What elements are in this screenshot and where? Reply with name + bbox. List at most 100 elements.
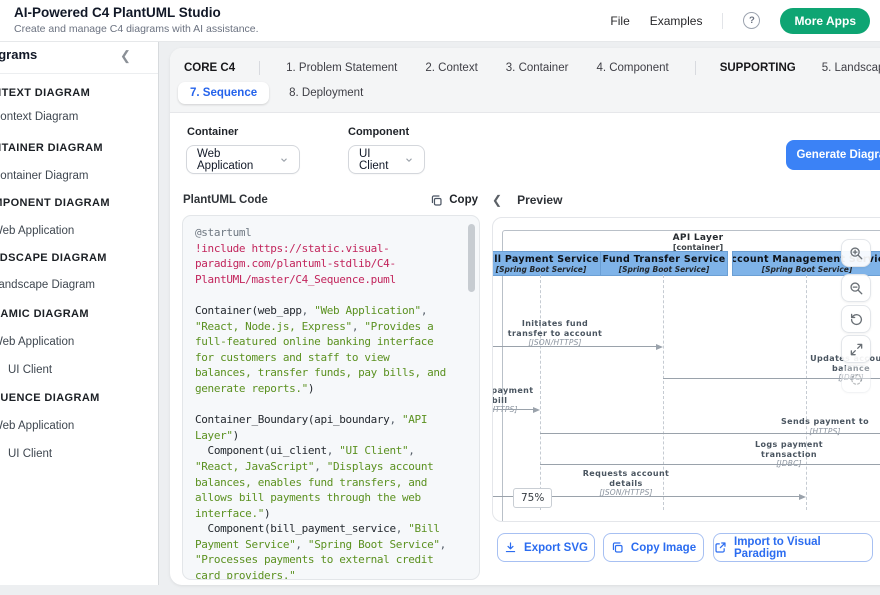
message-label: Requests accountdetails[JSON/HTTPS] — [551, 469, 701, 498]
download-icon — [504, 541, 517, 554]
code-line: balances, transfer funds, pay bills, and — [195, 365, 463, 381]
zoom-in-icon[interactable] — [841, 239, 871, 267]
code-line: balances, enables fund transfers, and — [195, 475, 463, 491]
copy-label: Copy — [449, 194, 478, 206]
copy-image-button[interactable]: Copy Image — [603, 533, 704, 562]
code-line: Component(bill_payment_service, "Bill — [195, 521, 463, 537]
tab-3-container[interactable]: 3. Container — [504, 58, 571, 78]
tab-7-sequence[interactable]: 7. Sequence — [178, 82, 269, 104]
message-arrowhead — [656, 344, 663, 350]
message-line — [540, 464, 880, 465]
container-select[interactable]: Web Application — [186, 145, 300, 174]
sidebar-divider — [0, 73, 158, 74]
export-svg-button[interactable]: Export SVG — [497, 533, 595, 562]
container-select-label: Container — [187, 126, 238, 138]
lifeline — [806, 275, 807, 510]
app-root: AI-Powered C4 PlantUML Studio Create and… — [0, 0, 880, 595]
sidebar-item[interactable]: UI Client — [8, 448, 52, 460]
sidebar-item[interactable]: Context Diagram — [0, 111, 78, 123]
tab-strip: CORE C4 1. Problem Statement 2. Context 3. … — [170, 48, 880, 113]
code-line: generate reports.") — [195, 381, 463, 397]
sidebar-item[interactable]: Landscape Diagram — [0, 279, 95, 291]
message-arrowhead — [533, 407, 540, 413]
expand-icon[interactable] — [841, 335, 871, 363]
container-select-value: Web Application — [197, 148, 271, 172]
participant-stereotype: [Spring Boot Service] — [762, 265, 853, 274]
chevron-down-icon — [279, 155, 289, 165]
tab-5-landscape[interactable]: 5. Landscape — [820, 58, 880, 78]
reset-icon[interactable] — [841, 305, 871, 333]
tab-4-component[interactable]: 4. Component — [594, 58, 670, 78]
chevron-left-icon[interactable]: ❮︎ — [492, 193, 502, 207]
action-button-label: Copy Image — [631, 542, 696, 554]
code-line — [195, 397, 463, 413]
tab-2-context[interactable]: 2. Context — [423, 58, 479, 78]
scrollbar-thumb[interactable] — [468, 224, 475, 292]
tab-row-2: 7. Sequence 8. Deployment — [178, 81, 365, 105]
sidebar-title: Diagrams — [0, 47, 37, 62]
copy-icon — [430, 194, 443, 207]
sidebar-collapse-icon[interactable]: ❮︎ — [120, 48, 131, 64]
tab-1-problem-statement[interactable]: 1. Problem Statement — [284, 58, 399, 78]
menu-file[interactable]: File — [610, 14, 629, 28]
participant-box: Fund Transfer Service[Spring Boot Servic… — [600, 251, 728, 276]
tab-group-divider — [259, 61, 260, 75]
help-icon[interactable]: ? — [743, 12, 760, 29]
code-line: Layer") — [195, 428, 463, 444]
import-to-visual-paradigm-button[interactable]: Import to Visual Paradigm — [713, 533, 873, 562]
component-select-label: Component — [348, 126, 409, 138]
message-label: Initiates fundtransfer to account[JSON/H… — [492, 319, 630, 348]
zoom-out-icon[interactable] — [841, 274, 871, 302]
code-line: Payment Service", "Spring Boot Service", — [195, 537, 463, 553]
preview-panel-title: Preview — [517, 193, 562, 207]
boundary-title: API Layer — [502, 233, 880, 243]
app-header: AI-Powered C4 PlantUML Studio Create and… — [0, 0, 880, 42]
app-title: AI-Powered C4 PlantUML Studio — [14, 5, 221, 20]
chevron-down-icon — [404, 155, 414, 165]
participant-box: Bill Payment Service[Spring Boot Service… — [492, 251, 603, 276]
code-line: Container(web_app, "Web Application", — [195, 303, 463, 319]
tab-group-label: CORE C4 — [184, 62, 235, 74]
participant-name: Bill Payment Service — [492, 254, 599, 265]
sidebar-item[interactable]: Container Diagram — [0, 170, 89, 182]
frame-icon[interactable] — [841, 365, 871, 393]
code-line: @startuml — [195, 225, 463, 241]
tab-group-label: SUPPORTING — [720, 62, 796, 74]
message-protocol: [HTTPS] — [750, 427, 880, 437]
sidebar-item[interactable]: UI Client — [8, 364, 52, 376]
more-apps-button[interactable]: More Apps — [780, 8, 870, 34]
code-panel-title: PlantUML Code — [183, 194, 268, 206]
code-line: for customers and staff to view — [195, 350, 463, 366]
action-button-label: Export SVG — [524, 542, 588, 554]
code-line: "React, Node.js, Express", "Provides a — [195, 319, 463, 335]
copy-icon — [611, 541, 624, 554]
tab-group-divider — [695, 61, 696, 75]
sidebar-item[interactable]: Web Application — [0, 225, 74, 237]
message-line — [540, 433, 880, 434]
preview-panel-header: ❮︎ Preview — [492, 191, 880, 209]
participant-name: Fund Transfer Service — [603, 254, 726, 265]
generate-diagram-button[interactable]: Generate Diagram — [786, 140, 880, 170]
sidebar-item[interactable]: Web Application — [0, 420, 74, 432]
sidebar-section-heading: DYNAMIC DIAGRAM — [0, 308, 89, 320]
message-arrowhead — [799, 494, 806, 500]
action-button-label: Import to Visual Paradigm — [734, 536, 872, 560]
external-link-icon — [714, 541, 727, 554]
zoom-level-badge: 75% — [513, 488, 552, 508]
sidebar-item[interactable]: Web Application — [0, 336, 74, 348]
diagram-preview-canvas[interactable]: API Layer [container] Bill Payment Servi… — [492, 217, 880, 522]
menu-examples[interactable]: Examples — [650, 14, 703, 28]
code-panel-header: PlantUML Code Copy — [183, 191, 478, 209]
app-subtitle: Create and manage C4 diagrams with AI as… — [14, 23, 259, 35]
code-line: "Processes payments to external credit — [195, 552, 463, 568]
tab-8-deployment[interactable]: 8. Deployment — [287, 83, 365, 103]
component-select-value: UI Client — [359, 148, 396, 172]
sidebar-section-heading: CONTEXT DIAGRAM — [0, 87, 90, 99]
code-line: full-featured online banking interface — [195, 334, 463, 350]
copy-code-button[interactable]: Copy — [430, 194, 478, 207]
plantuml-code-editor[interactable]: @startuml!include https://static.visual-… — [182, 215, 480, 580]
tab-row-1: CORE C4 1. Problem Statement 2. Context 3. … — [184, 56, 880, 80]
component-select[interactable]: UI Client — [348, 145, 425, 174]
code-line: Component(ui_client, "UI Client", — [195, 443, 463, 459]
participant-stereotype: [Spring Boot Service] — [496, 265, 587, 274]
